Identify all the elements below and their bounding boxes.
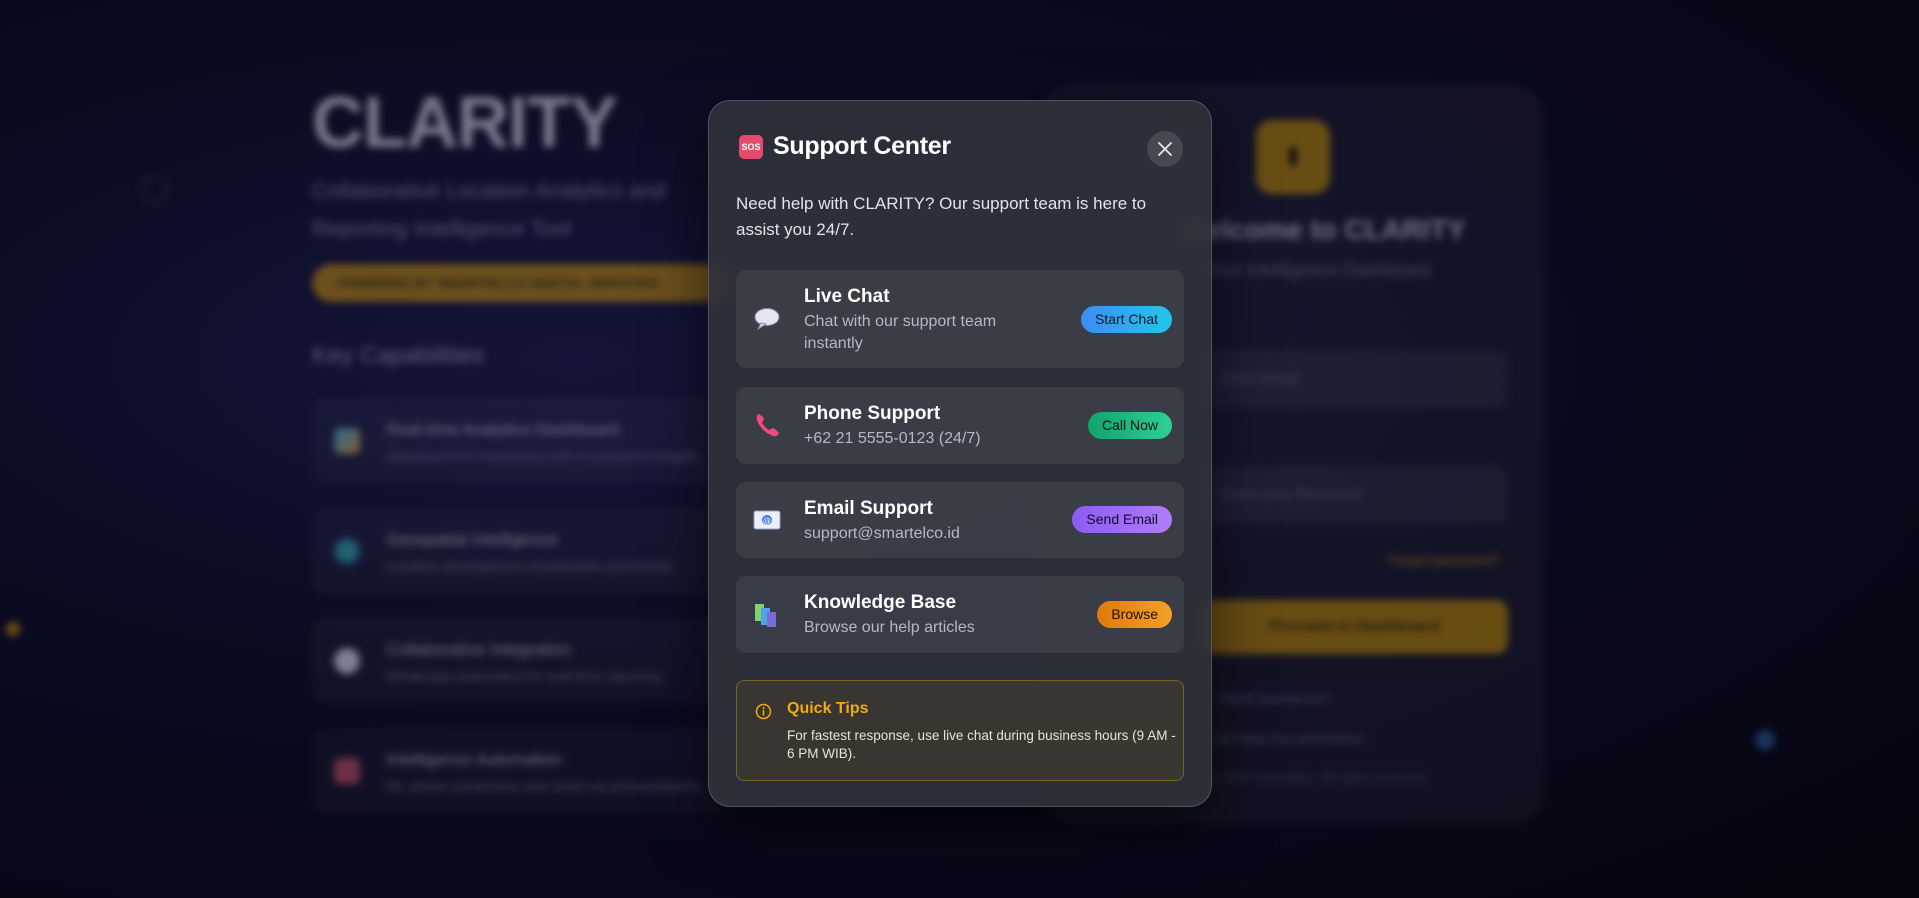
welcome-heading: Welcome to CLARITY bbox=[1180, 214, 1466, 245]
phone-support-option[interactable]: Phone Support +62 21 5555-0123 (24/7) Ca… bbox=[736, 387, 1184, 464]
email-icon: @ bbox=[752, 505, 782, 535]
option-label: Phone Support bbox=[804, 403, 941, 424]
powered-by-badge: POWERED BY SMARTELCO DIGITAL SERVICES bbox=[312, 264, 732, 302]
books-icon bbox=[752, 601, 782, 631]
modal-header: SOS Support Center bbox=[739, 131, 1183, 171]
info-icon bbox=[755, 703, 772, 720]
robot-icon bbox=[334, 758, 360, 784]
option-desc: Browse our help articles bbox=[804, 619, 975, 636]
app-title: CLARITY bbox=[312, 83, 618, 163]
capability-card: Real-time Analytics Dashboard Advanced K… bbox=[312, 398, 732, 484]
capability-card: Geospatial Intelligence Location develop… bbox=[312, 508, 732, 594]
option-desc: Chat with our support team instantly bbox=[804, 313, 997, 352]
capability-card: Collaborative Integration WhatsApp autom… bbox=[312, 618, 732, 704]
sos-icon: SOS bbox=[739, 135, 763, 159]
capability-title: Geospatial Intelligence bbox=[386, 530, 559, 549]
email-support-option[interactable]: @ Email Support support@smartelco.id Sen… bbox=[736, 482, 1184, 558]
decor-dot bbox=[1755, 730, 1775, 750]
option-label: Live Chat bbox=[804, 286, 890, 307]
proceed-button[interactable]: Proceed to Dashboard bbox=[1200, 600, 1508, 654]
browse-button[interactable]: Browse bbox=[1097, 601, 1172, 628]
option-desc: +62 21 5555-0123 (24/7) bbox=[804, 430, 981, 447]
capability-desc: Location development visualization and t… bbox=[386, 558, 674, 574]
knowledge-base-option[interactable]: Knowledge Base Browse our help articles … bbox=[736, 576, 1184, 653]
password-field[interactable]: Enter your Password bbox=[1200, 466, 1508, 524]
support-center-modal: SOS Support Center Need help with CLARIT… bbox=[708, 100, 1212, 807]
welcome-subheading: Your Intelligence Dashboard bbox=[1205, 260, 1431, 280]
chart-icon bbox=[334, 428, 360, 454]
option-label: Knowledge Base bbox=[804, 592, 957, 613]
start-chat-button[interactable]: Start Chat bbox=[1080, 306, 1172, 333]
quick-tips-title: Quick Tips bbox=[787, 700, 869, 717]
speech-balloon-icon bbox=[752, 304, 782, 334]
quick-tips-box: Quick Tips For fastest response, use liv… bbox=[736, 680, 1184, 781]
option-label: Email Support bbox=[804, 498, 933, 519]
close-button[interactable] bbox=[1147, 131, 1183, 167]
modal-intro: Need help with CLARITY? Our support team… bbox=[736, 194, 1147, 239]
capability-desc: ML-driven predictions and smart recommen… bbox=[386, 778, 702, 794]
decor-dot bbox=[6, 622, 20, 636]
option-desc: support@smartelco.id bbox=[804, 525, 960, 542]
app-subtitle: Collaborative Location Analytics and Rep… bbox=[312, 178, 666, 241]
capability-desc: WhatsApp automation for real-time report… bbox=[386, 668, 662, 684]
help-chips[interactable]: Get Help Documentation bbox=[1210, 730, 1363, 746]
send-email-button[interactable]: Send Email bbox=[1072, 506, 1172, 533]
svg-text:@: @ bbox=[763, 516, 771, 525]
chat-icon bbox=[334, 648, 360, 674]
phone-icon bbox=[752, 410, 782, 440]
globe-icon bbox=[334, 538, 360, 564]
decor-ring bbox=[140, 176, 168, 204]
capabilities-heading: Key Capabilities bbox=[312, 342, 485, 369]
call-now-button[interactable]: Call Now bbox=[1087, 412, 1172, 439]
close-icon bbox=[1158, 142, 1172, 156]
quick-tips-text: For fastest response, use live chat duri… bbox=[787, 728, 1176, 761]
live-chat-option[interactable]: Live Chat Chat with our support team ins… bbox=[736, 270, 1184, 368]
logo-icon: ⬆ bbox=[1256, 120, 1330, 194]
modal-title: Support Center bbox=[773, 132, 951, 160]
forgot-password-link[interactable]: Forgot password? bbox=[1388, 552, 1500, 568]
capability-title: Intelligence Automation bbox=[386, 750, 562, 769]
email-field[interactable]: Enter Email bbox=[1200, 350, 1508, 408]
need-help-text: Need assistance? bbox=[1220, 690, 1332, 706]
capability-title: Collaborative Integration bbox=[386, 640, 571, 659]
footer-text: © 2024 Smartelco. All rights reserved. bbox=[1210, 770, 1429, 785]
capability-title: Real-time Analytics Dashboard bbox=[386, 420, 619, 439]
capability-desc: Advanced KPI monitoring with AI-powered … bbox=[386, 448, 699, 464]
capability-card: Intelligence Automation ML-driven predic… bbox=[312, 728, 732, 814]
